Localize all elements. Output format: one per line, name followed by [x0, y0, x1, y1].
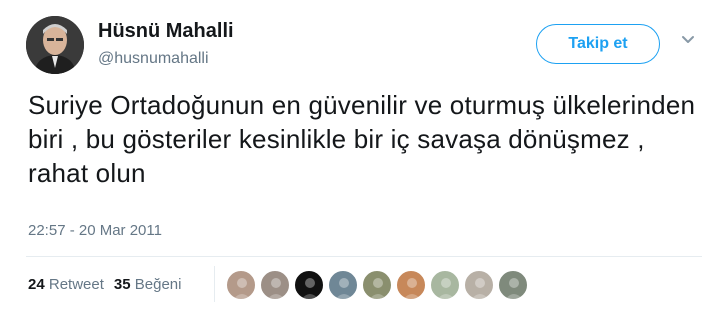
person-silhouette-icon [301, 278, 319, 299]
divider [26, 256, 702, 257]
person-silhouette-icon [369, 278, 387, 299]
retweet-stat[interactable]: 24 Retweet [28, 276, 104, 293]
tweet-timestamp[interactable]: 22:57 - 20 Mar 2011 [28, 222, 162, 239]
chevron-down-icon[interactable] [680, 34, 696, 46]
person-silhouette-icon [471, 278, 489, 299]
liker-avatar-1[interactable] [226, 270, 256, 300]
liker-avatar-6[interactable] [396, 270, 426, 300]
liker-avatar-5[interactable] [362, 270, 392, 300]
author-name[interactable]: Hüsnü Mahalli [98, 20, 234, 43]
follow-button-label: Takip et [568, 35, 628, 52]
person-silhouette-icon [505, 278, 523, 299]
person-silhouette-icon [437, 278, 455, 299]
stats-separator [214, 266, 215, 302]
liker-avatar-9[interactable] [498, 270, 528, 300]
liker-avatar-7[interactable] [430, 270, 460, 300]
person-silhouette-icon [267, 278, 285, 299]
person-silhouette-icon [335, 278, 353, 299]
tweet-text: Suriye Ortadoğunun en güvenilir ve oturm… [28, 90, 696, 188]
tweet-card: Hüsnü Mahalli @husnumahalli Takip et Sur… [0, 0, 728, 320]
liker-avatar-4[interactable] [328, 270, 358, 300]
liker-avatar-3[interactable] [294, 270, 324, 300]
like-label: Beğeni [134, 276, 182, 293]
like-count: 35 [113, 276, 131, 293]
author-handle[interactable]: @husnumahalli [98, 50, 209, 68]
tweet-stats: 24 Retweet 35 Beğeni [28, 276, 181, 293]
person-silhouette-icon [403, 278, 421, 299]
liker-avatars [226, 270, 532, 302]
avatar-portrait-icon [26, 16, 84, 74]
person-silhouette-icon [233, 278, 251, 299]
like-stat[interactable]: 35 Beğeni [114, 276, 182, 293]
author-avatar[interactable] [26, 16, 84, 74]
liker-avatar-8[interactable] [464, 270, 494, 300]
retweet-label: Retweet [48, 276, 104, 293]
liker-avatar-2[interactable] [260, 270, 290, 300]
retweet-count: 24 [28, 276, 45, 293]
follow-button[interactable]: Takip et [536, 24, 660, 64]
